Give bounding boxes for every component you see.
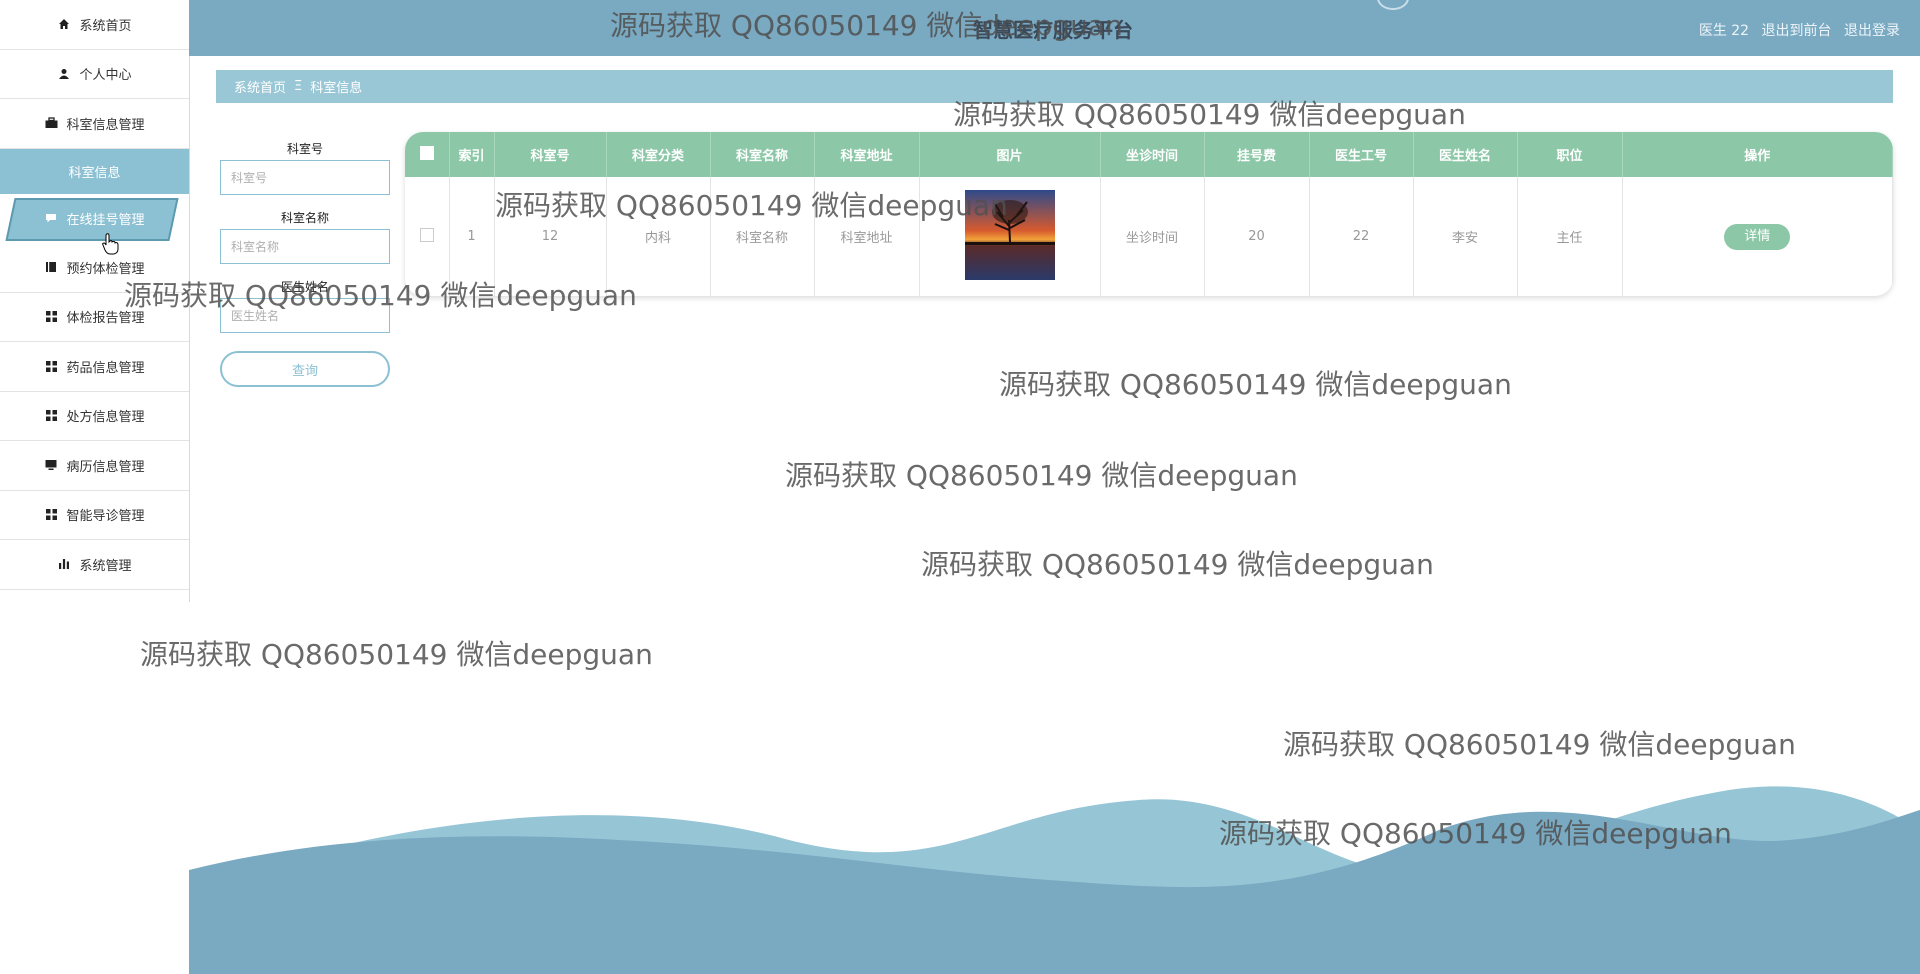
watermark: 源码获取 QQ86050149 微信deepguan bbox=[495, 189, 1008, 222]
book-icon bbox=[44, 260, 58, 274]
cell-doctor-name: 李安 bbox=[1413, 177, 1518, 296]
grid-icon bbox=[44, 359, 58, 373]
logo bbox=[1377, 0, 1409, 10]
sidebar-item-profile[interactable]: 个人中心 bbox=[0, 50, 189, 99]
sidebar-item-label: 科室信息管理 bbox=[66, 117, 145, 133]
column-header: 职位 bbox=[1517, 132, 1623, 177]
watermark: 源码获取 QQ86050149 微信deepguan bbox=[953, 98, 1466, 131]
sidebar-subitem-dept-info[interactable]: 科室信息 bbox=[0, 148, 189, 194]
search-panel: 科室号 科室名称 医生姓名 查询 bbox=[220, 138, 390, 387]
select-all-cell bbox=[405, 132, 450, 177]
column-header: 坐诊时间 bbox=[1100, 132, 1205, 177]
sidebar-item-dept-management[interactable]: 科室信息管理 bbox=[0, 99, 189, 149]
column-header: 操作 bbox=[1622, 132, 1893, 177]
watermark: 源码获取 QQ86050149 微信deepguan bbox=[124, 279, 637, 312]
sidebar-item-system[interactable]: 系统管理 bbox=[0, 540, 189, 590]
back-to-front-link[interactable]: 退出到前台 bbox=[1762, 23, 1832, 39]
sidebar-item-label: 药品信息管理 bbox=[66, 360, 145, 376]
briefcase-icon bbox=[44, 116, 58, 130]
cell-action: 详情 bbox=[1622, 177, 1893, 296]
home-icon bbox=[57, 17, 71, 31]
grid-icon bbox=[44, 310, 58, 324]
sidebar-item-label: 系统管理 bbox=[79, 558, 132, 574]
dept-no-label: 科室号 bbox=[286, 142, 323, 156]
row-checkbox[interactable] bbox=[419, 227, 434, 242]
grid-icon bbox=[44, 409, 58, 423]
dept-name-input[interactable] bbox=[220, 229, 390, 264]
watermark: 源码获取 QQ86050149 微信deepguan bbox=[1283, 728, 1796, 761]
select-all-checkbox[interactable] bbox=[419, 145, 434, 160]
column-header: 科室号 bbox=[494, 132, 607, 177]
column-header: 挂号费 bbox=[1204, 132, 1310, 177]
watermark: 源码获取 QQ86050149 微信deepguan bbox=[921, 548, 1434, 581]
watermark: 源码获取 QQ86050149 微信deepguan bbox=[1219, 817, 1732, 850]
sidebar-item-label: 系统首页 bbox=[79, 18, 132, 34]
column-header: 医生姓名 bbox=[1413, 132, 1518, 177]
column-header: 索引 bbox=[449, 132, 495, 177]
column-header: 图片 bbox=[919, 132, 1101, 177]
breadcrumb-separator: Ξ bbox=[294, 79, 303, 94]
sidebar-item-label: 处方信息管理 bbox=[66, 410, 145, 426]
sidebar-item-home[interactable]: 系统首页 bbox=[0, 0, 189, 50]
sidebar-item-drug-info[interactable]: 药品信息管理 bbox=[0, 342, 189, 392]
hand-cursor-icon bbox=[102, 233, 119, 255]
user-menu: 医生 22 退出到前台 退出登录 bbox=[1691, 20, 1900, 40]
sidebar-item-prescription[interactable]: 处方信息管理 bbox=[0, 392, 189, 441]
grid-icon bbox=[44, 508, 58, 522]
decorative-waves bbox=[189, 786, 1920, 974]
dept-no-input[interactable] bbox=[220, 160, 390, 195]
column-header: 医生工号 bbox=[1309, 132, 1414, 177]
logout-link[interactable]: 退出登录 bbox=[1844, 23, 1900, 39]
detail-button[interactable]: 详情 bbox=[1724, 223, 1791, 250]
watermark: 源码获取 QQ86050149 微信deepguan bbox=[610, 9, 1123, 42]
column-header: 科室分类 bbox=[606, 132, 711, 177]
monitor-icon bbox=[44, 458, 58, 472]
dept-name-label: 科室名称 bbox=[280, 211, 329, 225]
watermark: 源码获取 QQ86050149 微信deepguan bbox=[999, 368, 1512, 401]
cell-position: 主任 bbox=[1517, 177, 1623, 296]
bar-chart-icon bbox=[57, 557, 71, 571]
query-button[interactable]: 查询 bbox=[220, 351, 390, 387]
breadcrumb-current: 科室信息 bbox=[310, 81, 363, 96]
sidebar-item-label: 个人中心 bbox=[79, 68, 132, 84]
sidebar-item-smart-triage[interactable]: 智能导诊管理 bbox=[0, 491, 189, 540]
comment-icon bbox=[44, 211, 58, 225]
current-user: 医生 22 bbox=[1698, 23, 1750, 39]
sidebar-item-online-registration[interactable]: 在线挂号管理 bbox=[0, 194, 189, 244]
sidebar-item-medical-record[interactable]: 病历信息管理 bbox=[0, 441, 189, 491]
cell-time: 坐诊时间 bbox=[1100, 177, 1205, 296]
sidebar-item-label: 病历信息管理 bbox=[66, 459, 145, 475]
breadcrumb-home[interactable]: 系统首页 bbox=[234, 77, 286, 96]
sidebar-item-label: 在线挂号管理 bbox=[66, 212, 145, 228]
table-header-row: 索引 科室号 科室分类 科室名称 科室地址 图片 坐诊时间 挂号费 医生工号 医… bbox=[405, 132, 1893, 177]
cell-fee: 20 bbox=[1204, 177, 1310, 296]
sidebar-item-label: 科室信息 bbox=[68, 165, 121, 181]
cell-doctor-no: 22 bbox=[1309, 177, 1414, 296]
column-header: 科室地址 bbox=[814, 132, 920, 177]
watermark: 源码获取 QQ86050149 微信deepguan bbox=[140, 638, 653, 671]
column-header: 科室名称 bbox=[710, 132, 815, 177]
user-icon bbox=[57, 67, 71, 81]
sidebar-item-label: 智能导诊管理 bbox=[66, 509, 145, 525]
watermark: 源码获取 QQ86050149 微信deepguan bbox=[785, 459, 1298, 492]
